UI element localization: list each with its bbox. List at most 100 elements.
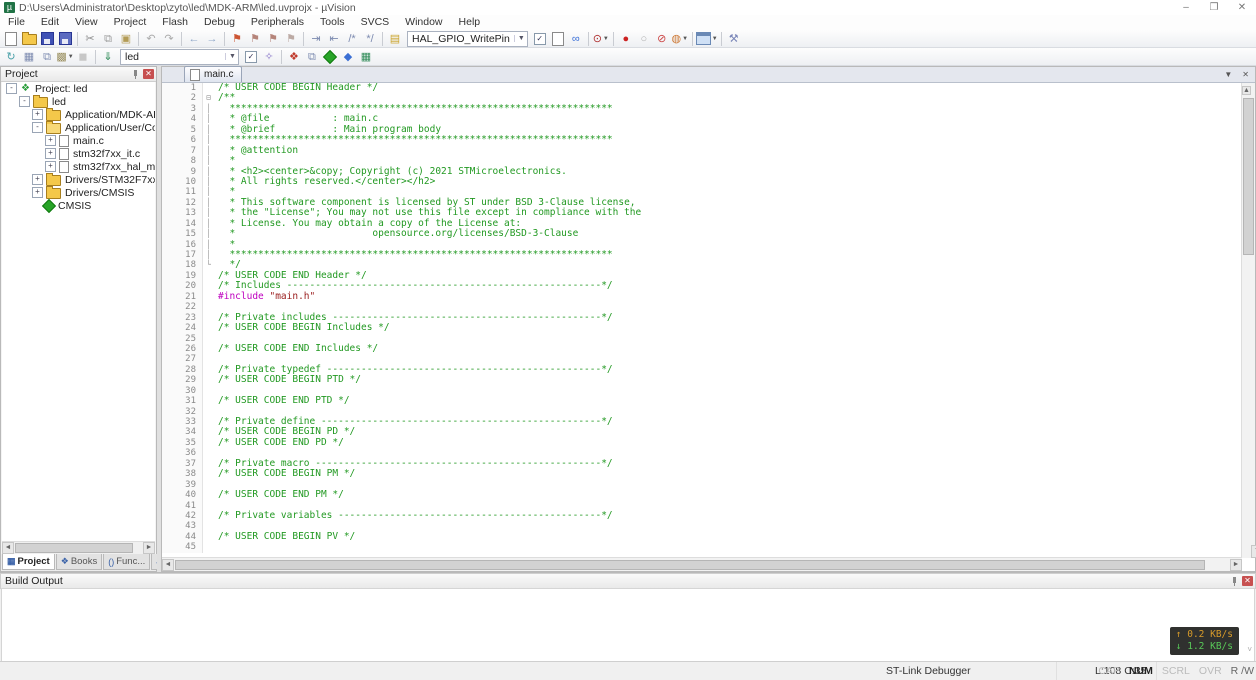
- project-panel-close-icon[interactable]: ✕: [143, 69, 154, 79]
- stop-build-button[interactable]: ◼: [74, 49, 92, 65]
- binoculars-button[interactable]: ∞: [567, 31, 585, 47]
- code-line-1[interactable]: 1/* USER CODE BEGIN Header */: [162, 83, 1242, 93]
- new-file-button[interactable]: [2, 31, 20, 47]
- menu-peripherals[interactable]: Peripherals: [243, 15, 312, 30]
- save-all-button[interactable]: [56, 31, 74, 47]
- redo-button[interactable]: ↷: [160, 31, 178, 47]
- chevron-down-icon[interactable]: ▼: [603, 36, 609, 42]
- close-document-icon[interactable]: ✕: [1242, 70, 1249, 79]
- menu-view[interactable]: View: [67, 15, 106, 30]
- menu-project[interactable]: Project: [106, 15, 155, 30]
- build-button[interactable]: ▦: [20, 49, 38, 65]
- chevron-down-icon[interactable]: ▼: [712, 36, 718, 42]
- scroll-right-icon[interactable]: ►: [143, 542, 155, 554]
- expand-icon[interactable]: +: [45, 148, 56, 159]
- close-button[interactable]: ✕: [1228, 0, 1256, 15]
- menu-flash[interactable]: Flash: [154, 15, 196, 30]
- code-line-26[interactable]: 26/* USER CODE END Includes */: [162, 344, 1242, 354]
- editor-vscrollbar[interactable]: ▲ ▼: [1241, 83, 1255, 558]
- kill-all-breakpoints-button[interactable]: ⊘: [653, 31, 671, 47]
- search-magnifier-button[interactable]: ⊙▼: [592, 31, 610, 47]
- chevron-down-icon[interactable]: ▼: [682, 36, 688, 42]
- menu-edit[interactable]: Edit: [33, 15, 67, 30]
- expand-icon[interactable]: +: [45, 135, 56, 146]
- code-line-7[interactable]: 7│ * @attention: [162, 146, 1242, 156]
- tree-item-drivers-cmsis[interactable]: +Drivers/CMSIS: [2, 186, 155, 199]
- unindent-button[interactable]: ⇤: [325, 31, 343, 47]
- manage-project-items-button[interactable]: ❖: [285, 49, 303, 65]
- code-line-24[interactable]: 24/* USER CODE BEGIN Includes */: [162, 323, 1242, 333]
- build-output-close-icon[interactable]: ✕: [1242, 576, 1253, 586]
- navigate-back-button[interactable]: ←: [185, 31, 203, 47]
- undo-button[interactable]: ↶: [142, 31, 160, 47]
- menu-file[interactable]: File: [0, 15, 33, 30]
- scrollbar-thumb[interactable]: [1243, 98, 1254, 255]
- scroll-right-icon[interactable]: ►: [1230, 559, 1242, 571]
- tree-item-cmsis[interactable]: CMSIS: [2, 199, 155, 212]
- scroll-up-icon[interactable]: ▲: [1242, 86, 1251, 95]
- chevron-down-icon[interactable]: ▼: [68, 54, 74, 60]
- options-for-target-button[interactable]: ✧: [260, 49, 278, 65]
- tree-item-project-led[interactable]: -❖Project: led: [2, 82, 155, 95]
- scrollbar-thumb[interactable]: [15, 543, 133, 553]
- minimize-button[interactable]: –: [1172, 0, 1200, 15]
- menu-svcs[interactable]: SVCS: [353, 15, 398, 30]
- code-line-15[interactable]: 15│ * opensource.org/licenses/BSD-3-Clau…: [162, 229, 1242, 239]
- menu-help[interactable]: Help: [451, 15, 489, 30]
- collapse-icon[interactable]: -: [6, 83, 17, 94]
- indent-button[interactable]: ⇥: [307, 31, 325, 47]
- comment-selection-button[interactable]: /*: [343, 31, 361, 47]
- workspace-tab-books[interactable]: ❖Books: [56, 554, 102, 570]
- flash-download-button[interactable]: ⇓: [99, 49, 117, 65]
- code-line-10[interactable]: 10│ * All rights reserved.</center></h2>: [162, 177, 1242, 187]
- code-line-38[interactable]: 38/* USER CODE BEGIN PM */: [162, 469, 1242, 479]
- collapse-icon[interactable]: -: [32, 122, 43, 133]
- enable-disable-breakpoint-button[interactable]: ○: [635, 31, 653, 47]
- translate-file-button[interactable]: ↻: [2, 49, 20, 65]
- pack-installer-button[interactable]: ◆: [339, 49, 357, 65]
- fold-collapse-icon[interactable]: ⊟: [203, 93, 214, 103]
- scroll-left-icon[interactable]: ◄: [162, 559, 174, 571]
- manage-rte-button[interactable]: [321, 49, 339, 65]
- menu-window[interactable]: Window: [397, 15, 450, 30]
- disable-all-breakpoints-button[interactable]: ◍▼: [671, 31, 689, 47]
- bookmark-clear-all-button[interactable]: ⚑: [282, 31, 300, 47]
- editor-hscrollbar[interactable]: ◄ ►: [162, 557, 1242, 571]
- code-line-17[interactable]: 17│ ************************************…: [162, 250, 1242, 260]
- bookmark-previous-button[interactable]: ⚑: [246, 31, 264, 47]
- pin-icon[interactable]: [1230, 577, 1239, 586]
- scroll-left-icon[interactable]: ◄: [2, 542, 14, 554]
- expand-icon[interactable]: +: [32, 109, 43, 120]
- code-line-6[interactable]: 6│ *************************************…: [162, 135, 1242, 145]
- paste-button[interactable]: ▣: [117, 31, 135, 47]
- bookmark-toggle-button[interactable]: ⚑: [228, 31, 246, 47]
- batch-build-button[interactable]: ▩▼: [56, 49, 74, 65]
- tree-item-stm32f7xx-hal-msp-c[interactable]: +stm32f7xx_hal_msp.c: [2, 160, 155, 173]
- chevron-down-icon[interactable]: ▼: [514, 35, 525, 42]
- chevron-down-icon[interactable]: ▼: [225, 53, 236, 60]
- uncomment-selection-button[interactable]: */: [361, 31, 379, 47]
- bookmark-next-button[interactable]: ⚑: [264, 31, 282, 47]
- open-file-button[interactable]: [20, 31, 38, 47]
- tree-item-application-user-core[interactable]: -Application/User/Core: [2, 121, 155, 134]
- scroll-down-icon[interactable]: ▼: [1251, 545, 1256, 558]
- tree-item-drivers-stm32f7xx-hal-dri[interactable]: +Drivers/STM32F7xx_HAL_Dri: [2, 173, 155, 186]
- menu-tools[interactable]: Tools: [312, 15, 353, 30]
- expand-icon[interactable]: +: [32, 187, 43, 198]
- book-button[interactable]: ▤: [386, 31, 404, 47]
- manage-books-button[interactable]: ⧉: [303, 49, 321, 65]
- chevron-down-icon[interactable]: ˅: [1247, 645, 1252, 654]
- tree-item-main-c[interactable]: +main.c: [2, 134, 155, 147]
- expand-icon[interactable]: +: [45, 161, 56, 172]
- restore-button[interactable]: ❐: [1200, 0, 1228, 15]
- window-layout-button[interactable]: ▼: [696, 31, 718, 47]
- navigate-forward-button[interactable]: →: [203, 31, 221, 47]
- search-checkbox-button[interactable]: ✓: [531, 31, 549, 47]
- code-line-29[interactable]: 29/* USER CODE BEGIN PTD */: [162, 375, 1242, 385]
- tree-item-led[interactable]: -led: [2, 95, 155, 108]
- code-line-31[interactable]: 31/* USER CODE END PTD */: [162, 396, 1242, 406]
- code-line-35[interactable]: 35/* USER CODE END PD */: [162, 438, 1242, 448]
- cut-button[interactable]: ✂: [81, 31, 99, 47]
- tab-main-c[interactable]: main.c: [184, 66, 242, 82]
- rebuild-all-button[interactable]: ⧉: [38, 49, 56, 65]
